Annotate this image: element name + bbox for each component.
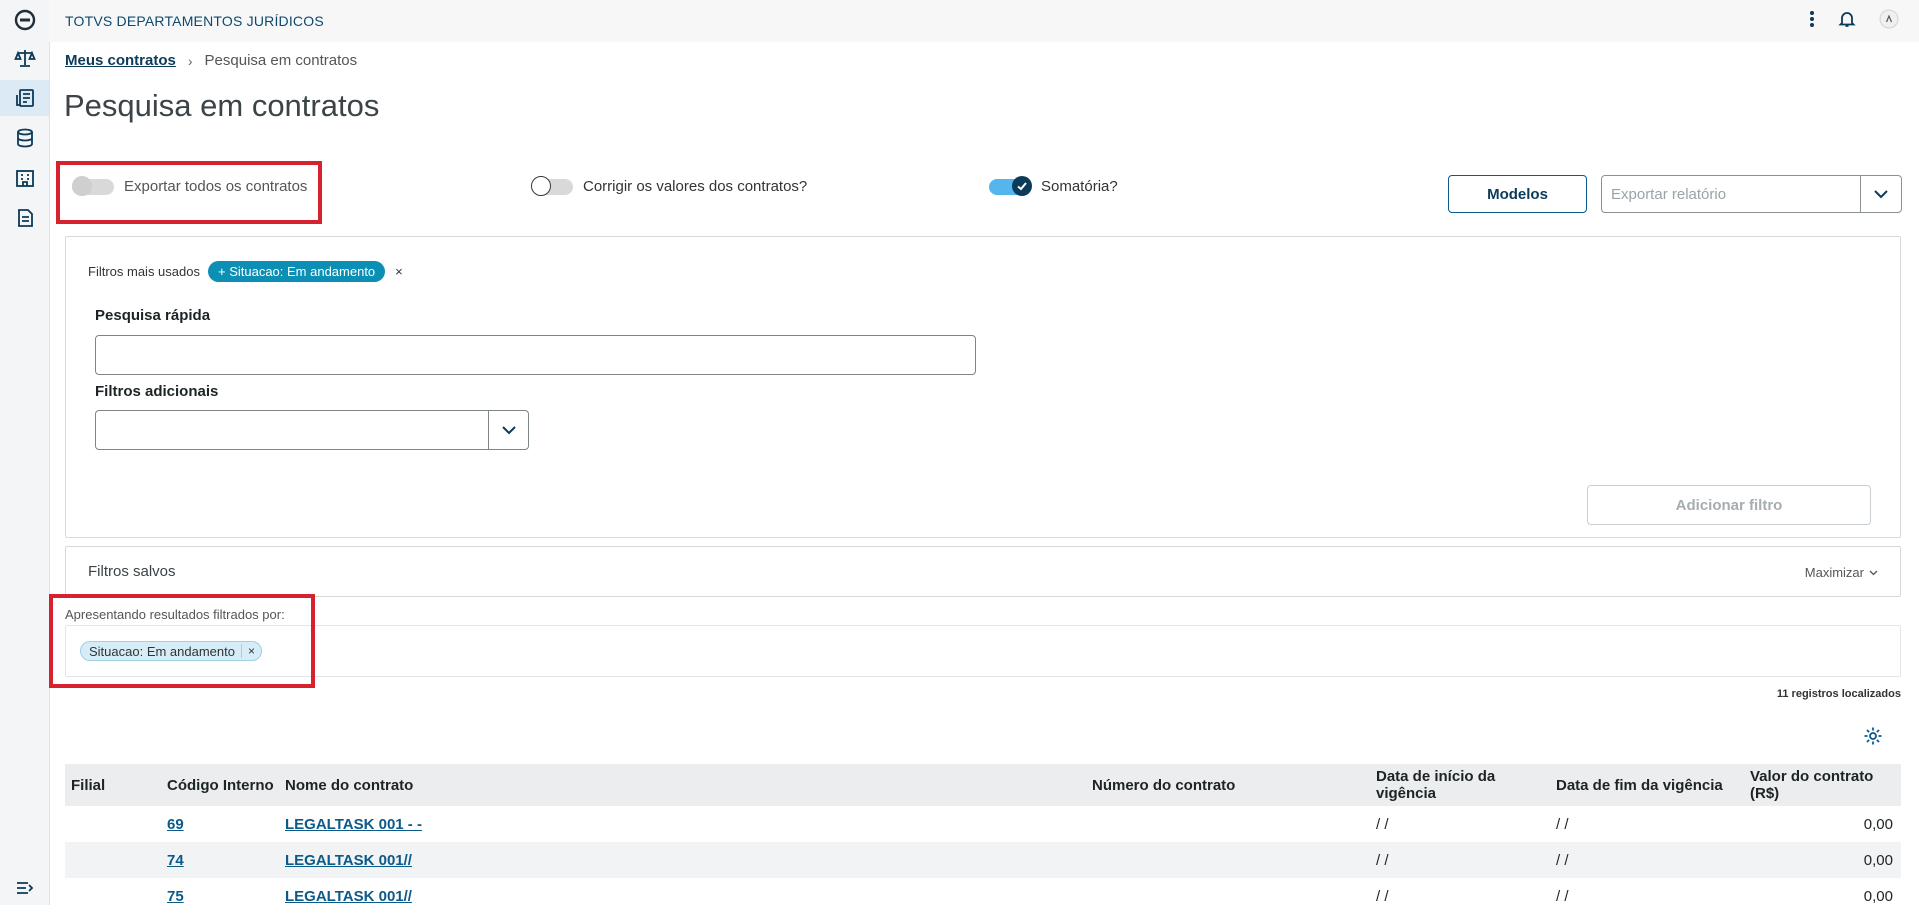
breadcrumb-link-meus-contratos[interactable]: Meus contratos — [65, 52, 176, 69]
cell-numero — [1086, 806, 1370, 842]
cell-valor: 0,00 — [1863, 815, 1893, 833]
column-header-nome[interactable]: Nome do contrato — [279, 764, 1086, 806]
export-report-select[interactable]: Exportar relatório — [1601, 175, 1902, 213]
chevron-down-icon[interactable] — [1860, 176, 1901, 212]
modelos-button[interactable]: Modelos — [1448, 175, 1587, 213]
quick-search-input[interactable] — [95, 335, 976, 375]
cell-inicio: / / — [1370, 842, 1550, 878]
cell-numero — [1086, 878, 1370, 914]
top-bar: TOTVS DEPARTAMENTOS JURÍDICOS — [49, 0, 1919, 42]
link-nome[interactable]: LEGALTASK 001// — [285, 888, 412, 905]
column-header-valor[interactable]: Valor do contrato (R$) — [1744, 764, 1901, 806]
add-filter-button[interactable]: Adicionar filtro — [1587, 485, 1871, 525]
filter-chip-situacao[interactable]: + Situacao: Em andamento — [207, 261, 386, 282]
contracts-icon[interactable] — [0, 80, 49, 116]
cell-filial — [65, 878, 161, 914]
collapse-menu-icon[interactable] — [0, 870, 49, 906]
maximize-toggle[interactable]: Maximizar — [1805, 565, 1878, 580]
highlight-box — [56, 161, 322, 224]
export-report-placeholder: Exportar relatório — [1611, 185, 1727, 203]
table-header-row: Filial Código Interno Nome do contrato N… — [65, 764, 1901, 806]
switch-label: Corrigir os valores dos contratos? — [583, 178, 808, 195]
cell-fim: / / — [1556, 815, 1569, 833]
cell-filial — [65, 842, 161, 878]
database-icon[interactable] — [0, 120, 49, 156]
table-row[interactable]: 74 LEGALTASK 001// / / / / 0,00 — [65, 842, 1901, 878]
maximize-label: Maximizar — [1804, 565, 1864, 580]
highlight-box — [49, 594, 315, 688]
saved-filters-title: Filtros salvos — [88, 563, 176, 580]
cell-numero — [1086, 842, 1370, 878]
bell-icon[interactable] — [1837, 9, 1857, 34]
toggle-track[interactable] — [531, 175, 573, 196]
column-header-filial[interactable]: Filial — [65, 764, 161, 806]
scale-icon[interactable] — [0, 40, 49, 76]
user-avatar-icon[interactable] — [1879, 9, 1899, 34]
link-codigo[interactable]: 75 — [167, 888, 184, 905]
active-filters-box: Situacao: Em andamento × — [65, 625, 1901, 677]
additional-filters-label: Filtros adicionais — [95, 383, 219, 400]
cell-valor: 0,00 — [1744, 842, 1901, 878]
cell-inicio: / / — [1376, 815, 1389, 833]
link-nome[interactable]: LEGALTASK 001// — [285, 852, 412, 869]
app-title: TOTVS DEPARTAMENTOS JURÍDICOS — [65, 13, 324, 29]
switch-label: Somatória? — [1041, 178, 1118, 195]
cell-valor: 0,00 — [1863, 887, 1893, 905]
contracts-table: Filial Código Interno Nome do contrato N… — [65, 764, 1901, 914]
cell-inicio: / / — [1376, 887, 1389, 905]
breadcrumb: Meus contratos › Pesquisa em contratos — [65, 52, 357, 69]
quick-search-label: Pesquisa rápida — [95, 307, 211, 324]
breadcrumb-current: Pesquisa em contratos — [204, 52, 358, 69]
close-icon[interactable]: × — [395, 264, 403, 279]
table-row[interactable]: 75 LEGALTASK 001// / / / / 0,00 — [65, 878, 1901, 914]
chevron-down-icon[interactable] — [488, 411, 528, 449]
more-vertical-icon[interactable] — [1809, 10, 1815, 33]
additional-filters-select[interactable] — [95, 410, 529, 450]
saved-filters-panel[interactable]: Filtros salvos Maximizar — [65, 546, 1901, 597]
cell-filial — [65, 806, 161, 842]
gear-icon[interactable] — [1863, 726, 1883, 751]
toggle-track[interactable] — [989, 175, 1032, 196]
table-row[interactable]: 69 LEGALTASK 001 - - / / / / 0,00 — [65, 806, 1901, 842]
link-nome[interactable]: LEGALTASK 001 - - — [285, 816, 422, 833]
chevron-down-icon — [1869, 570, 1878, 575]
column-header-fim[interactable]: Data de fim da vigência — [1550, 764, 1744, 806]
chevron-right-icon: › — [187, 52, 193, 69]
records-count: 11 registros localizados — [1776, 688, 1901, 700]
link-codigo[interactable]: 74 — [167, 852, 184, 869]
cell-fim: / / — [1556, 887, 1569, 905]
cell-fim: / / — [1550, 842, 1744, 878]
link-codigo[interactable]: 69 — [167, 816, 184, 833]
switch-somatoria[interactable]: Somatória? — [989, 175, 1118, 196]
most-used-filters: Filtros mais usados + Situacao: Em andam… — [88, 261, 403, 282]
sidebar — [0, 0, 50, 905]
check-icon — [1012, 175, 1032, 196]
most-used-label: Filtros mais usados — [88, 264, 200, 279]
column-header-numero[interactable]: Número do contrato — [1086, 764, 1370, 806]
document-icon[interactable] — [0, 200, 49, 236]
column-header-codigo[interactable]: Código Interno — [161, 764, 279, 806]
switch-corrigir-valores[interactable]: Corrigir os valores dos contratos? — [531, 175, 808, 196]
filter-panel: Filtros mais usados + Situacao: Em andam… — [65, 236, 1901, 538]
building-icon[interactable] — [0, 160, 49, 196]
column-header-inicio[interactable]: Data de início da vigência — [1370, 764, 1550, 806]
page-title: Pesquisa em contratos — [64, 88, 380, 123]
logo-icon[interactable] — [0, 2, 49, 38]
